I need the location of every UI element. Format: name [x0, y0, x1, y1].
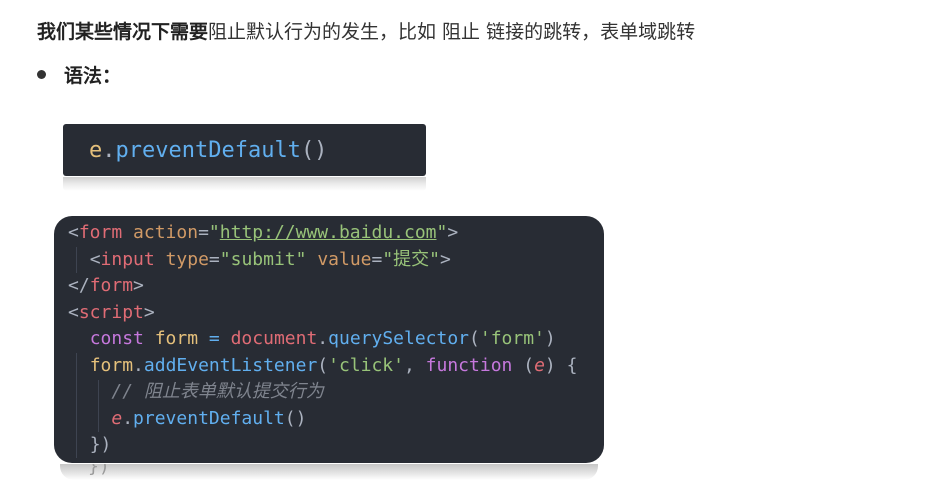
code-token: .: [317, 328, 329, 349]
code-token: =: [371, 248, 383, 270]
code-token: script: [78, 301, 144, 323]
syntax-code-block: e. preventDefault(): [63, 124, 426, 176]
code-token: (: [317, 354, 329, 376]
code-comment: // 阻止表单默认提交行为: [111, 381, 324, 402]
indent-guide: [76, 353, 77, 458]
code-token: "submit": [219, 248, 307, 270]
indent-guide: [76, 247, 77, 273]
code-token: addEventListener: [143, 354, 318, 376]
code-token: ): [544, 328, 556, 349]
code-token: preventDefault: [133, 407, 285, 429]
code-reflection: [63, 177, 426, 191]
code-token: .: [122, 407, 134, 429]
code-line: </form>: [68, 273, 604, 300]
code-token: ,: [403, 354, 426, 376]
code-token: e: [534, 354, 545, 376]
code-link[interactable]: http://www.baidu.com: [220, 222, 437, 243]
code-line: <input type="submit" value="提交">: [68, 247, 604, 274]
code-token: preventDefault: [115, 137, 301, 163]
code-token: =: [198, 328, 231, 349]
code-token: querySelector: [328, 328, 470, 349]
code-line: <script>: [68, 300, 604, 327]
code-token: form: [78, 222, 123, 243]
code-token: function: [425, 354, 513, 376]
code-token: value: [317, 248, 372, 270]
code-token: >: [133, 275, 144, 296]
code-token: e: [111, 407, 123, 429]
code-reflection: }): [60, 464, 598, 480]
intro-text: 阻止默认行为的发生，比如 阻止 链接的跳转，表单域跳转: [208, 21, 696, 43]
reflection-text: }): [88, 464, 110, 477]
code-token: input: [100, 248, 155, 270]
code-token: 'form': [479, 328, 545, 349]
code-token: </: [68, 275, 90, 296]
code-token: .: [102, 137, 116, 163]
code-token: <: [68, 301, 79, 323]
code-token: action: [133, 222, 199, 243]
example-code-block: <form action="http://www.baidu.com"> <in…: [54, 216, 604, 463]
syntax-label: 语法：: [64, 64, 122, 87]
code-token: (: [469, 328, 480, 349]
code-token: <: [68, 222, 79, 243]
code-token: {: [555, 354, 578, 376]
example-code-figure: <form action="http://www.baidu.com"> <in…: [54, 216, 604, 480]
code-token: (: [523, 354, 535, 376]
code-line: // 阻止表单默认提交行为: [68, 379, 604, 406]
code-token: <: [89, 248, 101, 270]
code-token: type: [165, 248, 209, 270]
code-token: form: [89, 354, 134, 376]
code-line: const form = document.querySelector('for…: [68, 326, 604, 353]
code-token: const: [89, 328, 144, 349]
code-token: form: [89, 275, 134, 296]
code-token: =: [198, 222, 209, 243]
code-token: =: [208, 248, 220, 270]
code-line: e.preventDefault(): [68, 406, 604, 433]
code-token: e: [89, 137, 103, 163]
code-token: .: [133, 354, 144, 376]
indent-guide: [98, 380, 99, 432]
code-line: }): [68, 432, 604, 459]
code-token: form: [154, 328, 199, 349]
code-token: 'click': [328, 354, 404, 376]
code-token: ": [436, 222, 448, 243]
code-line: form.addEventListener('click', function …: [68, 353, 604, 380]
code-token: }): [89, 434, 112, 455]
code-token: >: [143, 301, 155, 323]
code-token: ): [544, 354, 556, 376]
intro-bold-text: 我们某些情况下需要: [37, 21, 209, 43]
code-token: (): [284, 407, 307, 429]
code-token: >: [447, 222, 459, 243]
code-token: document: [230, 328, 318, 349]
code-token: ": [208, 222, 220, 243]
syntax-code-figure: e. preventDefault(): [63, 124, 426, 191]
code-line: <form action="http://www.baidu.com">: [68, 220, 604, 247]
code-token: "提交": [382, 248, 441, 270]
syntax-bullet: 语法：: [37, 60, 121, 88]
intro-paragraph: 我们某些情况下需要阻止默认行为的发生，比如 阻止 链接的跳转，表单域跳转: [37, 18, 695, 46]
code-token: (): [300, 137, 328, 163]
bullet-dot-icon: [37, 69, 46, 79]
code-token: >: [440, 248, 451, 270]
